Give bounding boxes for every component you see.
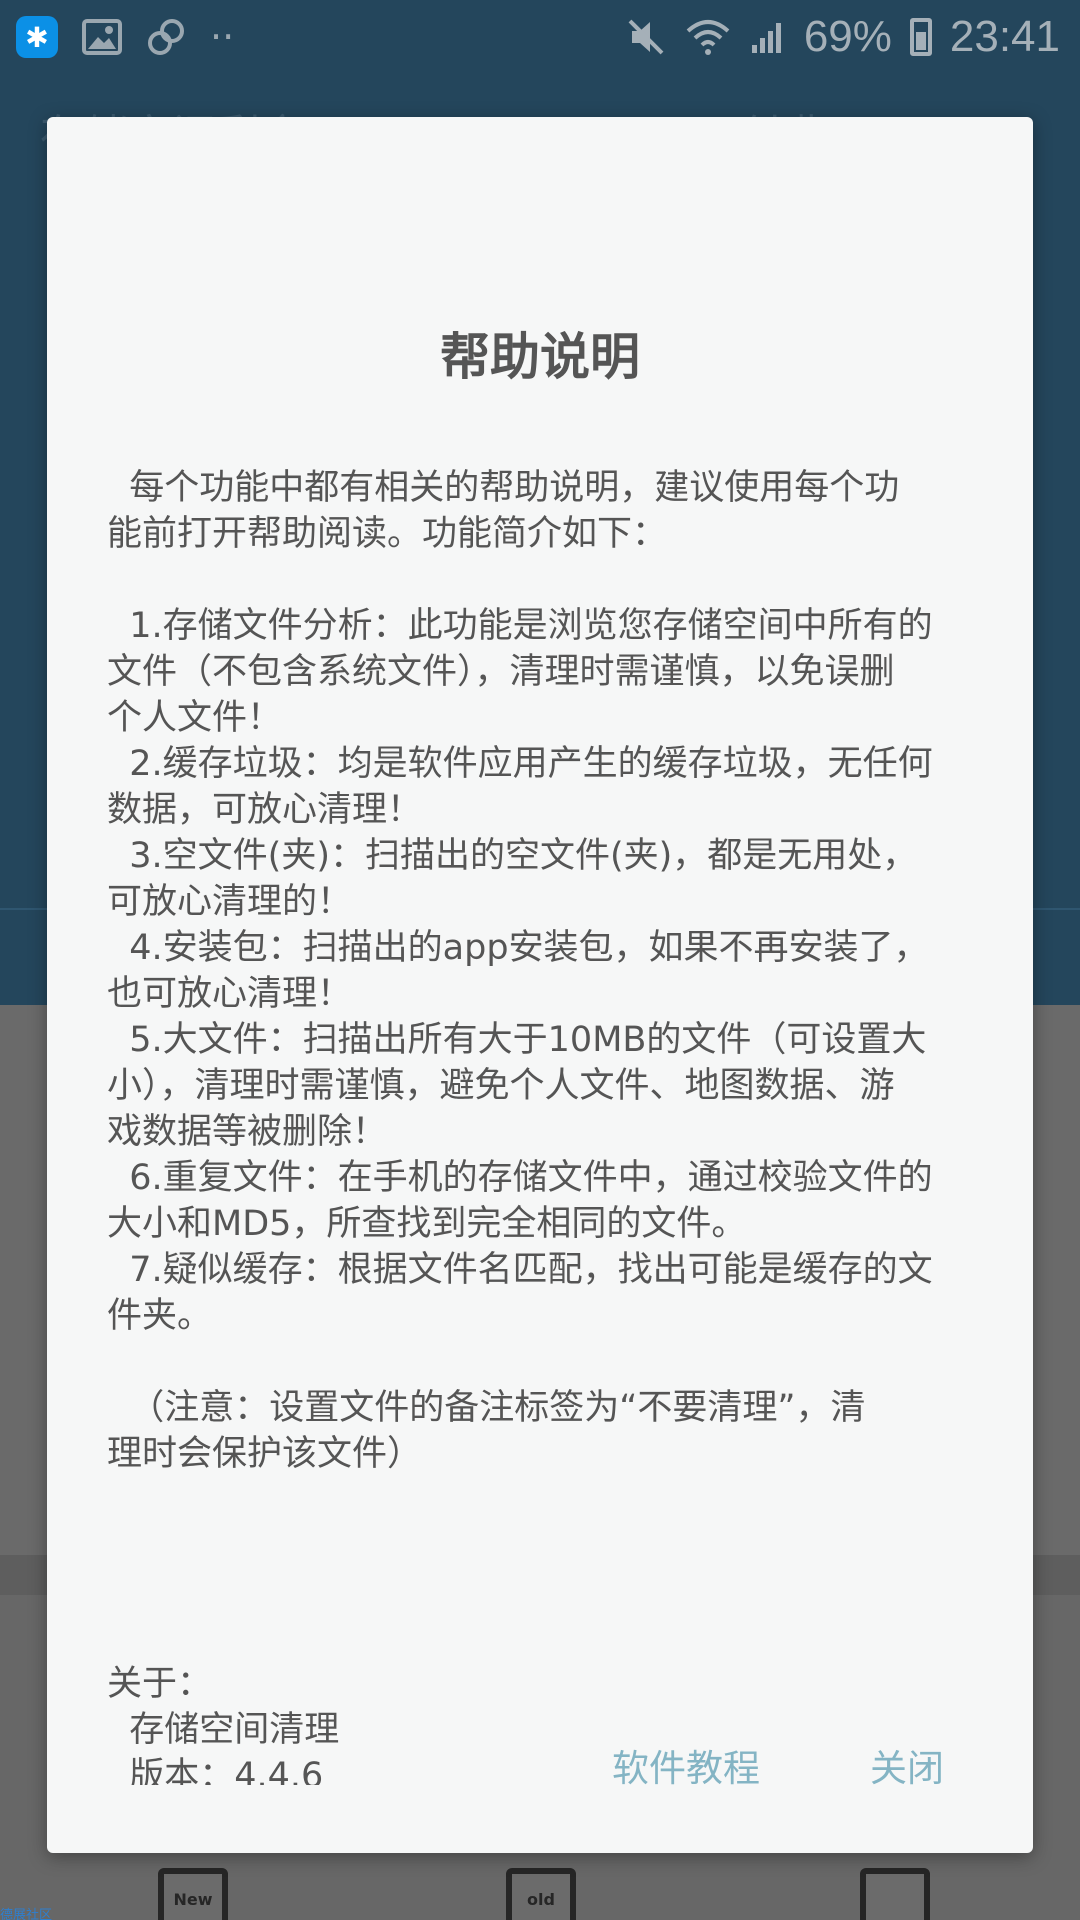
- dialog-body-line: 3.空文件(夹)：扫描出的空文件(夹)，都是无用处，: [107, 836, 918, 876]
- battery-percent: 69%: [803, 12, 892, 61]
- mute-icon: [628, 19, 664, 55]
- dialog-body-line: 每个功能中都有相关的帮助说明，建议使用每个功: [107, 468, 900, 508]
- dialog-body-line: 件夹。: [107, 1296, 213, 1336]
- dialog-body-line: [107, 1615, 987, 1661]
- dialog-title: 帮助说明: [440, 328, 640, 386]
- dialog-body-line: （注意：设置文件的备注标签为“不要清理”，清: [107, 1388, 866, 1428]
- battery-icon: [909, 18, 932, 56]
- close-button[interactable]: 关闭: [870, 1738, 944, 1792]
- dialog-body-line: 大小和MD5，所查找到完全相同的文件。: [107, 1204, 747, 1244]
- dialog-body-line: 文件（不包含系统文件），清理时需谨慎，以免误删: [107, 652, 895, 692]
- dialog-body-line: 个人文件！: [107, 698, 283, 738]
- dialog-body-line: 戏数据等被删除！: [107, 1112, 388, 1152]
- calendar-new-icon[interactable]: New: [158, 1868, 228, 1920]
- dialog-body-line: 4.安装包：扫描出的app安装包，如果不再安装了，: [107, 928, 929, 968]
- link-icon: [148, 19, 184, 55]
- dialog-body-line: [107, 557, 987, 603]
- dialog-body-line: 6.重复文件：在手机的存储文件中，通过校验文件的: [107, 1158, 933, 1198]
- dialog-body-line: 7.疑似缓存：根据文件名匹配，找出可能是缓存的文: [107, 1250, 933, 1290]
- dialog-body-line: 可放心清理的！: [107, 882, 353, 922]
- signal-icon: [751, 23, 781, 53]
- status-bar: ✱ ·· 69% 23:41: [0, 0, 1080, 75]
- corner-label: 德展社区: [0, 1908, 53, 1920]
- wifi-icon: [686, 20, 730, 55]
- help-dialog: 帮助说明 每个功能中都有相关的帮助说明，建议使用每个功 能前打开帮助阅读。功能简介…: [47, 117, 1033, 1853]
- dialog-body-line: [107, 1477, 987, 1523]
- dialog-body-line: 5.大文件：扫描出所有大于10MB的文件（可设置大: [107, 1020, 927, 1060]
- dialog-body-line: 也可放心清理！: [107, 974, 353, 1014]
- dialog-body-line: 能前打开帮助阅读。功能简介如下：: [107, 514, 668, 554]
- dialog-body-line: 1.存储文件分析：此功能是浏览您存储空间中所有的: [107, 606, 933, 646]
- dialog-actions: 软件教程 关闭: [0, 1738, 1080, 1808]
- dialog-body-line: 关于：: [107, 1664, 213, 1704]
- list-icon[interactable]: [860, 1868, 930, 1920]
- dialog-body-line: 2.缓存垃圾：均是软件应用产生的缓存垃圾，无任何: [107, 744, 933, 784]
- clock: 23:41: [949, 12, 1060, 61]
- dialog-body[interactable]: 每个功能中都有相关的帮助说明，建议使用每个功 能前打开帮助阅读。功能简介如下： 1…: [107, 465, 987, 1785]
- dialog-body-line: [107, 1339, 987, 1385]
- dialog-body-line: [107, 1569, 987, 1615]
- dialog-body-line: 小），清理时需谨慎，避免个人文件、地图数据、游: [107, 1066, 895, 1106]
- app-notification-icon: ✱: [16, 16, 58, 58]
- calendar-old-icon[interactable]: old: [506, 1868, 576, 1920]
- dialog-body-line: 理时会保护该文件）: [107, 1434, 423, 1474]
- dialog-body-line: [107, 1523, 987, 1569]
- tutorial-button[interactable]: 软件教程: [612, 1738, 760, 1792]
- dialog-body-line: 数据，可放心清理！: [107, 790, 423, 830]
- more-dots-icon: ··: [210, 15, 235, 59]
- gallery-icon: [82, 19, 122, 55]
